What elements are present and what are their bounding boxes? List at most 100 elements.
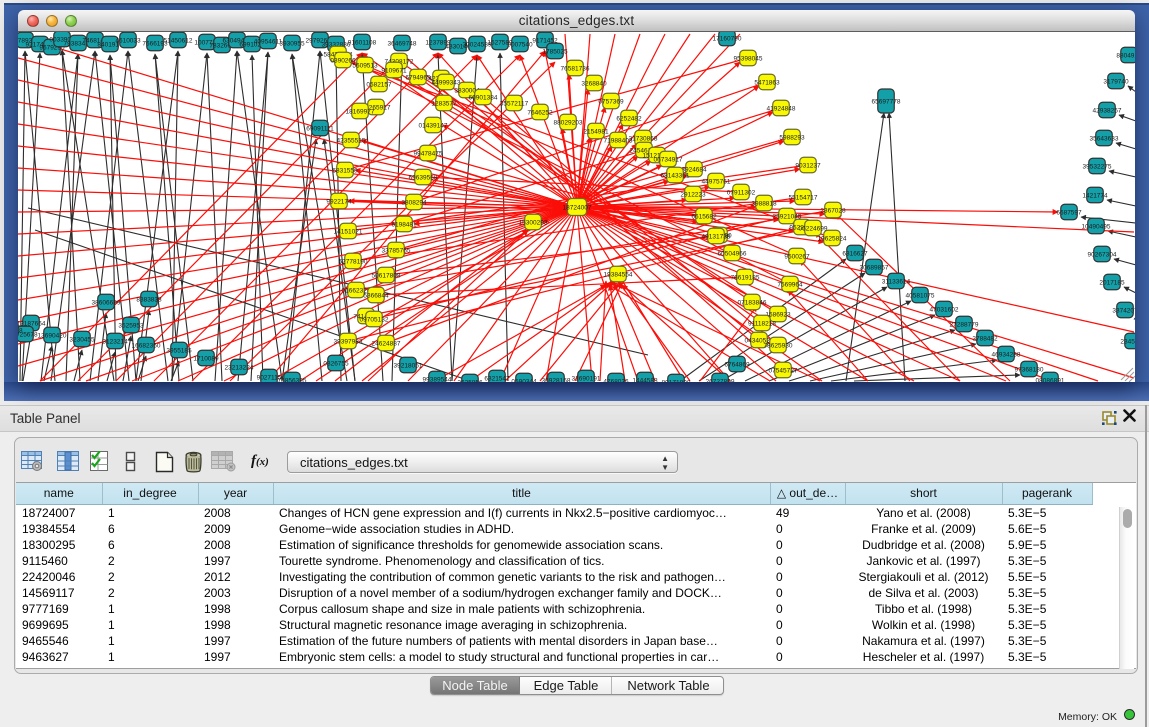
svg-text:38606689: 38606689 xyxy=(92,300,121,307)
svg-text:46934288: 46934288 xyxy=(992,352,1021,359)
svg-text:52778190: 52778190 xyxy=(339,259,368,266)
svg-text:31133614: 31133614 xyxy=(882,279,911,286)
svg-text:68143361: 68143361 xyxy=(661,173,690,180)
svg-text:06734917: 06734917 xyxy=(654,157,683,164)
svg-text:9007540: 9007540 xyxy=(507,42,533,49)
svg-text:5988293: 5988293 xyxy=(779,135,805,142)
svg-text:14151021: 14151021 xyxy=(334,229,363,236)
svg-text:9500267: 9500267 xyxy=(784,254,810,261)
svg-text:33785765: 33785765 xyxy=(382,248,411,255)
svg-text:1710089: 1710089 xyxy=(193,356,219,363)
svg-text:39532275: 39532275 xyxy=(1083,164,1112,171)
svg-text:69091111: 69091111 xyxy=(306,126,334,133)
svg-text:5609513: 5609513 xyxy=(352,63,378,70)
svg-text:3988818: 3988818 xyxy=(751,201,777,208)
svg-text:30689857: 30689857 xyxy=(860,265,889,272)
svg-text:39397983: 39397983 xyxy=(334,339,363,346)
svg-text:01439147: 01439147 xyxy=(419,123,448,130)
svg-text:10490495: 10490495 xyxy=(1082,224,1111,231)
svg-text:5366844: 5366844 xyxy=(363,293,389,300)
svg-text:40581075: 40581075 xyxy=(906,293,935,300)
svg-text:76581736: 76581736 xyxy=(561,66,590,73)
svg-text:7569964: 7569964 xyxy=(777,282,803,289)
svg-text:6316627: 6316627 xyxy=(842,251,868,258)
svg-text:13690420: 13690420 xyxy=(38,333,67,340)
svg-text:6198481: 6198481 xyxy=(391,222,417,229)
svg-text:2367028: 2367028 xyxy=(820,208,846,215)
svg-text:09705132: 09705132 xyxy=(360,317,389,324)
svg-text:44999343: 44999343 xyxy=(432,80,461,87)
svg-text:3788482: 3788482 xyxy=(972,336,998,343)
svg-text:0582157: 0582157 xyxy=(366,82,392,89)
svg-text:65697778: 65697778 xyxy=(872,99,901,106)
svg-text:3930955: 3930955 xyxy=(279,41,305,48)
svg-text:23213224: 23213224 xyxy=(225,365,254,372)
svg-text:18724007: 18724007 xyxy=(563,205,592,212)
svg-text:42938257: 42938257 xyxy=(1093,108,1122,115)
svg-text:39218051: 39218051 xyxy=(394,363,423,370)
svg-text:18169977: 18169977 xyxy=(346,109,375,116)
svg-text:3230455: 3230455 xyxy=(69,337,95,344)
svg-text:35572117: 35572117 xyxy=(500,101,529,108)
svg-text:35643633: 35643633 xyxy=(1090,136,1119,143)
svg-text:07545727: 07545727 xyxy=(769,368,798,375)
svg-text:8804917: 8804917 xyxy=(1116,53,1135,60)
svg-text:44975761: 44975761 xyxy=(702,179,731,186)
svg-text:78625930: 78625930 xyxy=(764,343,793,350)
svg-text:07183846: 07183846 xyxy=(738,300,767,307)
svg-text:2017185: 2017185 xyxy=(1099,280,1125,287)
svg-text:6687597: 6687597 xyxy=(1056,210,1082,217)
svg-text:15300293: 15300293 xyxy=(519,220,548,227)
svg-text:41924848: 41924848 xyxy=(767,106,796,113)
svg-text:26727899: 26727899 xyxy=(706,379,735,383)
svg-text:17160790: 17160790 xyxy=(713,36,742,43)
svg-text:6321547: 6321547 xyxy=(484,376,510,383)
svg-text:9109671: 9109671 xyxy=(381,68,407,75)
svg-text:0590344: 0590344 xyxy=(511,379,537,383)
svg-text:99389544: 99389544 xyxy=(423,377,452,383)
svg-text:1283577: 1283577 xyxy=(431,101,457,108)
svg-text:3123214: 3123214 xyxy=(102,339,128,346)
svg-text:0757369: 0757369 xyxy=(598,99,624,106)
svg-text:36469748: 36469748 xyxy=(388,41,417,48)
svg-text:08086891: 08086891 xyxy=(1036,378,1065,383)
svg-text:91118218: 91118218 xyxy=(748,321,776,328)
svg-text:3955185: 3955185 xyxy=(166,348,192,355)
svg-text:07911302: 07911302 xyxy=(727,190,756,197)
svg-text:4610033: 4610033 xyxy=(115,38,141,45)
svg-text:36928168: 36928168 xyxy=(542,378,571,383)
svg-text:31690191: 31690191 xyxy=(572,376,601,383)
svg-text:2154981: 2154981 xyxy=(583,129,609,136)
svg-text:19625824: 19625824 xyxy=(818,236,847,243)
svg-text:50617808: 50617808 xyxy=(372,273,401,280)
svg-text:49131738: 49131738 xyxy=(702,234,731,241)
svg-text:9717918: 9717918 xyxy=(18,328,23,335)
svg-text:2912223: 2912223 xyxy=(680,192,706,199)
svg-text:31730868: 31730868 xyxy=(629,136,658,143)
svg-text:51450612: 51450612 xyxy=(164,38,193,45)
svg-text:76619185: 76619185 xyxy=(731,275,760,282)
svg-text:2345888: 2345888 xyxy=(1120,339,1135,346)
svg-text:3374207: 3374207 xyxy=(1112,308,1135,315)
svg-text:55154717: 55154717 xyxy=(789,195,818,202)
svg-text:6615682: 6615682 xyxy=(691,214,717,221)
svg-text:1444588: 1444588 xyxy=(632,378,658,383)
svg-text:76856395: 76856395 xyxy=(278,378,307,383)
svg-text:24624887: 24624887 xyxy=(372,341,401,348)
svg-text:99478475: 99478475 xyxy=(414,151,443,158)
svg-text:19384554: 19384554 xyxy=(604,272,633,279)
svg-text:89171890: 89171890 xyxy=(662,380,691,383)
svg-text:9922174: 9922174 xyxy=(326,199,352,206)
svg-text:69639568: 69639568 xyxy=(409,175,438,182)
svg-text:5471863: 5471863 xyxy=(754,80,780,87)
svg-text:6831550: 6831550 xyxy=(332,168,358,175)
svg-text:2625856: 2625856 xyxy=(457,380,483,383)
svg-text:3268840: 3268840 xyxy=(581,81,607,88)
svg-text:3808294: 3808294 xyxy=(401,200,427,207)
svg-text:7646252: 7646252 xyxy=(527,110,553,117)
svg-text:88029203: 88029203 xyxy=(554,120,583,127)
svg-text:6764869: 6764869 xyxy=(724,362,750,369)
svg-text:60901384: 60901384 xyxy=(469,95,498,102)
svg-text:3179740: 3179740 xyxy=(1103,79,1129,86)
svg-text:47031602: 47031602 xyxy=(930,307,959,314)
